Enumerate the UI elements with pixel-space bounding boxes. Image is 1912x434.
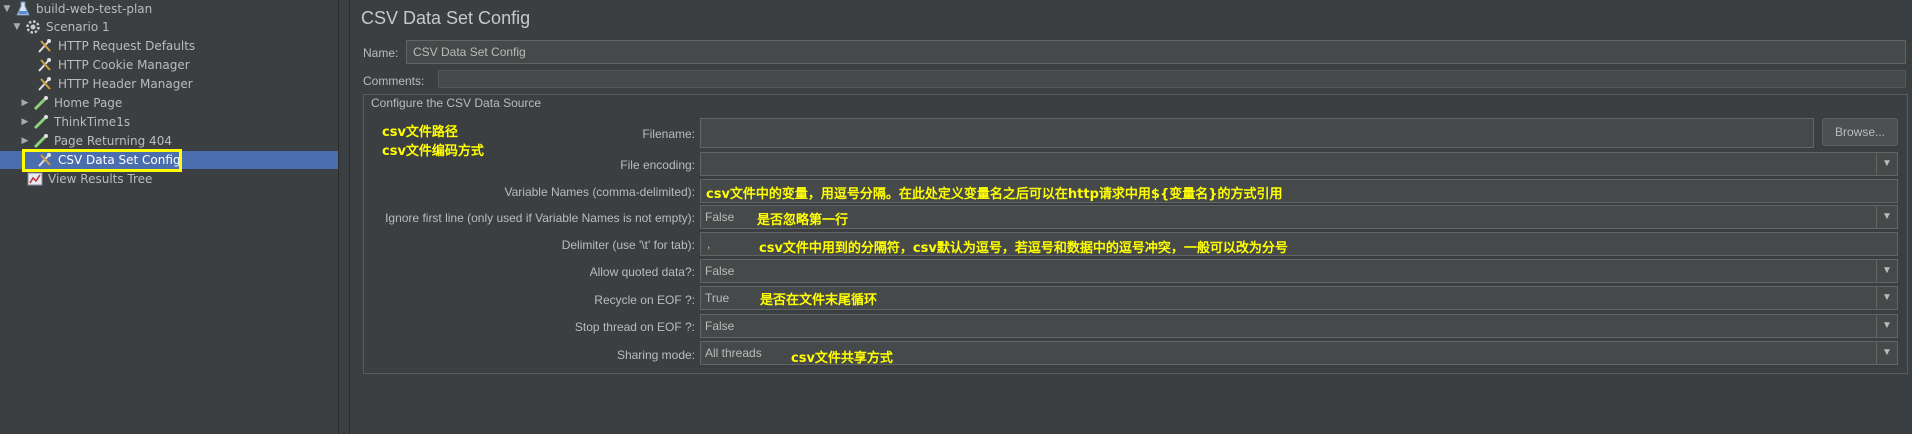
test-plan-tree[interactable]: ▼ build-web-test-plan ▼ Scenario 1 HTTP … xyxy=(0,0,362,434)
annotation-variable-names: csv文件中的变量，用逗号分隔。在此处定义变量名之后可以在http请求中用${变… xyxy=(706,187,1283,202)
config-element-icon xyxy=(38,39,51,53)
config-element-icon xyxy=(38,77,51,91)
thread-group-icon xyxy=(26,20,40,34)
sharing-mode-label: Sharing mode: xyxy=(616,348,695,362)
tree-item-http-request-defaults[interactable]: HTTP Request Defaults xyxy=(0,37,362,55)
dropdown-arrow-icon[interactable]: ▼ xyxy=(1876,260,1897,282)
filename-input[interactable] xyxy=(700,118,1814,148)
comments-label: Comments: xyxy=(363,74,425,88)
listener-icon xyxy=(27,172,43,186)
expand-arrow-icon[interactable]: ▶ xyxy=(20,98,30,108)
tree-item-thinktime[interactable]: ▶ ThinkTime1s xyxy=(0,113,358,131)
test-plan-icon xyxy=(16,1,30,16)
combo-value: False xyxy=(705,264,735,278)
annotation-filename: csv文件路径 xyxy=(382,125,458,140)
recycle-combo[interactable]: True ▼ xyxy=(700,286,1898,310)
collapse-arrow-icon[interactable]: ▼ xyxy=(12,22,22,32)
dropdown-arrow-icon[interactable]: ▼ xyxy=(1876,206,1897,228)
tree-item-test-plan[interactable]: ▼ build-web-test-plan xyxy=(0,0,340,18)
tree-item-http-cookie-manager[interactable]: HTTP Cookie Manager xyxy=(0,56,362,74)
pane-splitter[interactable] xyxy=(338,0,350,434)
tree-item-label: View Results Tree xyxy=(48,172,153,186)
dropdown-arrow-icon[interactable]: ▼ xyxy=(1876,153,1897,175)
combo-value: False xyxy=(705,319,735,333)
tree-item-http-header-manager[interactable]: HTTP Header Manager xyxy=(0,75,362,93)
ignore-first-line-label: Ignore first line (only used if Variable… xyxy=(385,211,695,225)
tree-item-scenario[interactable]: ▼ Scenario 1 xyxy=(0,18,350,36)
name-field[interactable]: CSV Data Set Config xyxy=(406,40,1906,64)
expand-arrow-icon[interactable]: ▶ xyxy=(20,136,30,146)
annotation-encoding: csv文件编码方式 xyxy=(382,144,484,159)
allow-quoted-label: Allow quoted data?: xyxy=(589,265,695,279)
group-title: Configure the CSV Data Source xyxy=(369,96,544,110)
tree-item-label: Scenario 1 xyxy=(46,20,110,34)
annotation-ignore-first-line: 是否忽略第一行 xyxy=(757,213,849,228)
delimiter-label: Delimiter (use '\t' for tab): xyxy=(561,238,695,252)
sampler-icon xyxy=(33,115,48,130)
selection-highlight-box xyxy=(22,149,182,172)
config-panel: CSV Data Set Config Name: CSV Data Set C… xyxy=(350,0,1912,434)
sampler-icon xyxy=(33,134,48,149)
delimiter-value: , xyxy=(707,237,711,251)
stop-thread-combo[interactable]: False ▼ xyxy=(700,314,1898,338)
allow-quoted-combo[interactable]: False ▼ xyxy=(700,259,1898,283)
tree-item-label: HTTP Header Manager xyxy=(58,77,193,91)
tree-item-label: ThinkTime1s xyxy=(54,115,131,129)
dropdown-arrow-icon[interactable]: ▼ xyxy=(1876,342,1897,364)
annotation-recycle: 是否在文件末尾循环 xyxy=(760,293,878,308)
name-field-value: CSV Data Set Config xyxy=(413,45,526,59)
tree-item-label: build-web-test-plan xyxy=(36,2,153,16)
tree-item-label: Home Page xyxy=(54,96,123,110)
tree-item-home-page[interactable]: ▶ Home Page xyxy=(0,94,358,112)
browse-button[interactable]: Browse... xyxy=(1822,118,1898,146)
stop-thread-label: Stop thread on EOF ?: xyxy=(574,320,695,334)
dropdown-arrow-icon[interactable]: ▼ xyxy=(1876,287,1897,309)
combo-value: All threads xyxy=(705,346,762,360)
page-title: CSV Data Set Config xyxy=(361,8,531,28)
tree-item-view-results-tree[interactable]: View Results Tree xyxy=(0,170,352,188)
tree-item-label: HTTP Request Defaults xyxy=(58,39,196,53)
expand-arrow-icon[interactable]: ▶ xyxy=(20,117,30,127)
sampler-icon xyxy=(33,96,48,111)
recycle-label: Recycle on EOF ?: xyxy=(594,293,695,307)
annotation-sharing: csv文件共享方式 xyxy=(791,351,893,366)
dropdown-arrow-icon[interactable]: ▼ xyxy=(1876,315,1897,337)
variable-names-label: Variable Names (comma-delimited): xyxy=(504,185,696,199)
collapse-arrow-icon[interactable]: ▼ xyxy=(2,4,12,14)
ignore-first-line-combo[interactable]: False ▼ xyxy=(700,205,1898,229)
config-element-icon xyxy=(38,58,51,72)
tree-item-page-returning-404[interactable]: ▶ Page Returning 404 xyxy=(0,132,358,150)
tree-item-label: Page Returning 404 xyxy=(54,134,172,148)
comments-field[interactable] xyxy=(438,70,1906,88)
name-label: Name: xyxy=(363,46,399,60)
combo-value: False xyxy=(705,210,735,224)
tree-item-label: HTTP Cookie Manager xyxy=(58,58,190,72)
annotation-delimiter: csv文件中用到的分隔符，csv默认为逗号，若逗号和数据中的逗号冲突，一般可以改… xyxy=(759,241,1288,256)
file-encoding-label: File encoding: xyxy=(620,158,695,172)
filename-label: Filename: xyxy=(642,127,695,141)
combo-value: True xyxy=(705,291,730,305)
file-encoding-combo[interactable]: ▼ xyxy=(700,152,1898,176)
